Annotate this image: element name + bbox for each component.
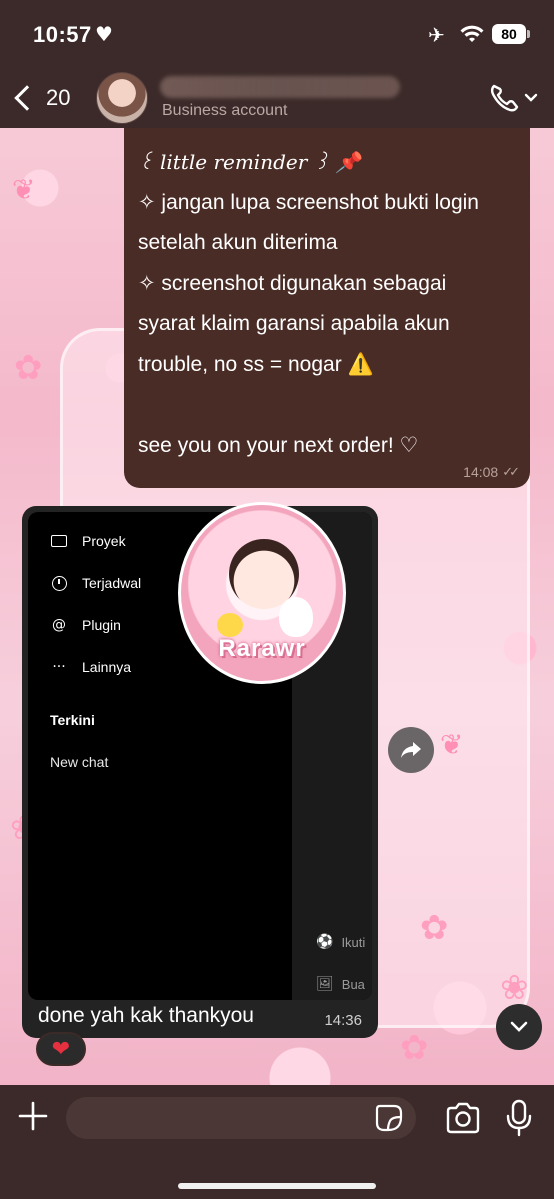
camera-button[interactable] — [444, 1101, 482, 1135]
message-caption: done yah kak thankyou — [38, 1004, 254, 1027]
call-button[interactable] — [488, 82, 540, 114]
flower-icon: ❀ — [500, 968, 529, 1008]
menu-item-lainnya: ··· Lainnya — [50, 658, 131, 676]
airplane-icon: ✈ — [428, 23, 445, 47]
phone-icon — [490, 84, 519, 112]
wifi-icon — [460, 25, 484, 42]
message-input[interactable] — [66, 1097, 416, 1139]
heart-icon: ♥ — [95, 22, 113, 46]
flower-icon: ✿ — [400, 1028, 429, 1068]
message-line: ꒰ little reminder ꒱ 📌 — [138, 150, 361, 174]
contact-subtitle: Business account — [162, 102, 288, 119]
side-item-label: Ikuti — [341, 934, 366, 950]
image-icon: 🖼 — [316, 976, 334, 992]
soccer-ball-icon: ⚽ — [316, 934, 334, 950]
microphone-button[interactable] — [504, 1099, 534, 1137]
scroll-down-button[interactable] — [496, 1004, 542, 1050]
battery-indicator: 80 — [492, 24, 530, 44]
attach-button[interactable] — [16, 1099, 50, 1133]
message-line: ✧ screenshot digunakan sebagai — [138, 271, 447, 295]
message-line — [138, 385, 514, 426]
menu-item-terjadwal: Terjadwal — [50, 574, 141, 592]
message-line: ✧ jangan lupa screenshot bukti login — [138, 190, 479, 214]
message-meta: 14:08 ✓✓ — [463, 464, 520, 480]
forward-button[interactable] — [388, 727, 434, 773]
menu-item-label: Terjadwal — [82, 575, 142, 591]
message-input-bar — [0, 1085, 554, 1199]
section-title: Terkini — [50, 712, 95, 728]
sticker-label: Rarawr — [218, 635, 306, 662]
chat-header: 20 Business account — [0, 68, 554, 128]
bunny-icon — [279, 597, 313, 637]
sticker-image[interactable]: Rarawr — [178, 502, 346, 684]
at-icon: @ — [52, 617, 66, 633]
message-time: 14:08 — [463, 464, 499, 480]
folder-icon — [50, 532, 68, 550]
reaction-badge[interactable]: ❤ — [36, 1032, 86, 1066]
status-time: 10:57 — [33, 22, 92, 47]
back-button[interactable]: 20 — [8, 78, 70, 118]
status-bar: 10:57 ♥ ✈ 80 — [0, 0, 554, 68]
chevron-down-icon — [524, 93, 538, 102]
more-icon: ··· — [52, 659, 66, 675]
menu-item-label: Lainnya — [82, 659, 132, 675]
flower-icon: ✿ — [14, 348, 43, 388]
microphone-icon — [506, 1099, 532, 1137]
side-item-label: Bua — [341, 976, 365, 992]
clock-icon — [50, 574, 68, 592]
side-item: ⚽ Ikuti — [316, 934, 365, 950]
plus-icon — [18, 1101, 48, 1131]
menu-item-label: Proyek — [82, 533, 126, 549]
read-ticks-icon: ✓✓ — [502, 464, 520, 480]
new-chat-item: New chat — [50, 754, 109, 770]
message-line: syarat klaim garansi apabila akun — [138, 312, 450, 335]
chevron-down-icon — [510, 1021, 528, 1032]
butterfly-icon: ❦ — [440, 728, 464, 761]
menu-item-plugin: @ Plugin — [50, 616, 121, 634]
message-line: see you on your next order! ♡ — [138, 433, 419, 457]
chick-icon — [217, 613, 243, 637]
heart-icon: ❤ — [51, 1036, 71, 1062]
unread-count: 20 — [46, 85, 71, 110]
side-item: 🖼 Bua — [316, 976, 365, 992]
butterfly-icon: ❦ — [12, 173, 36, 206]
message-line: setelah akun diterima — [138, 231, 338, 254]
sticker-button[interactable] — [374, 1103, 404, 1133]
camera-icon — [446, 1102, 480, 1134]
flower-icon: ✿ — [420, 908, 449, 948]
forward-icon — [401, 742, 421, 758]
contact-name-redacted[interactable] — [160, 76, 400, 98]
avatar[interactable] — [96, 72, 148, 124]
menu-item-proyek: Proyek — [50, 532, 126, 550]
chevron-left-icon — [14, 85, 40, 111]
message-line: trouble, no ss = nogar ⚠️ — [138, 352, 374, 376]
message-time: 14:36 — [324, 1012, 362, 1029]
menu-item-label: Plugin — [82, 617, 121, 633]
outgoing-message-bubble[interactable]: ꒰ little reminder ꒱ 📌 ✧ jangan lupa scre… — [124, 128, 530, 488]
sticker-icon — [375, 1104, 403, 1132]
home-indicator[interactable] — [178, 1183, 376, 1189]
